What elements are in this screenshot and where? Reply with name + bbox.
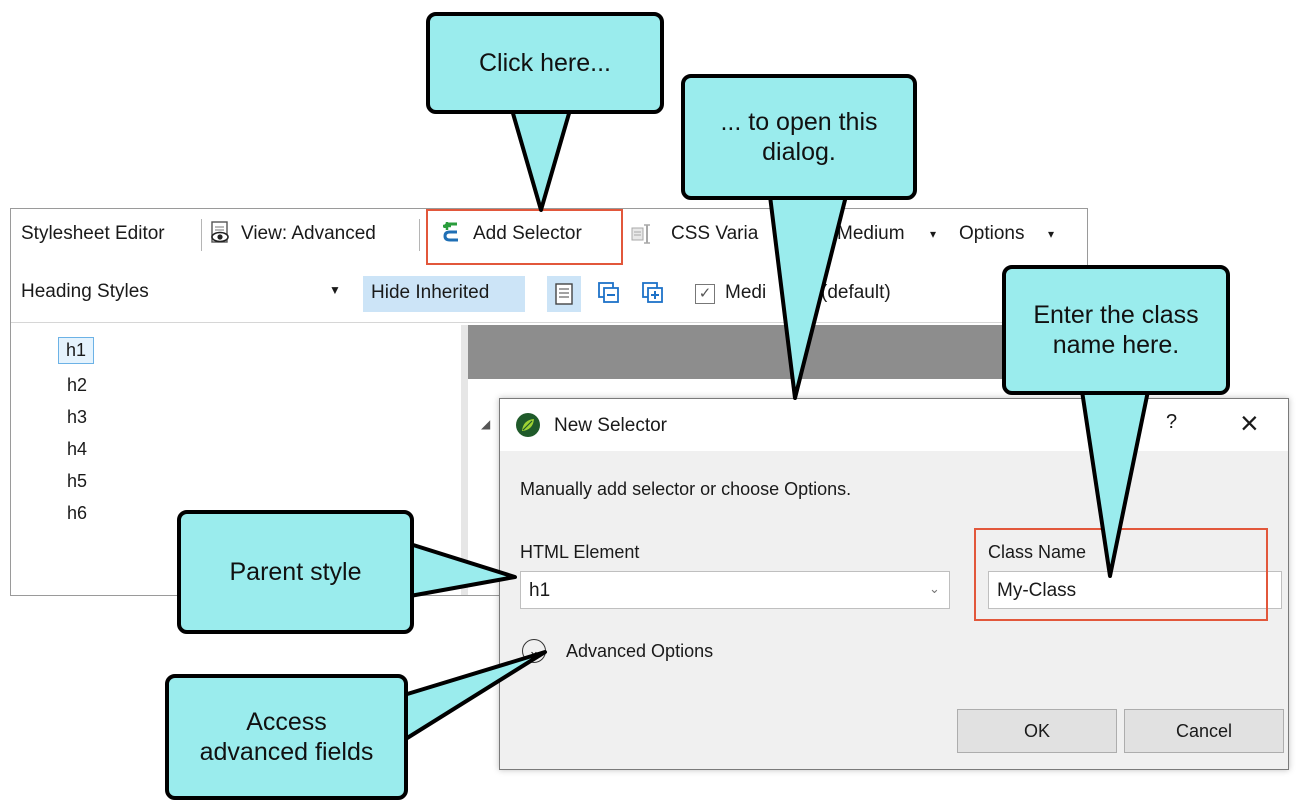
callout-click-here: Click here... <box>426 12 664 114</box>
callout-open-dialog: ... to open this dialog. <box>681 74 917 200</box>
callout-enter-class-text-2: name here. <box>1052 331 1180 359</box>
callout-click-here-text: Click here... <box>479 49 611 77</box>
callout-enter-class: Enter the class name here. <box>1002 265 1230 395</box>
callout-parent-style: Parent style <box>177 510 414 634</box>
callout-access-text-1: Access <box>246 708 327 736</box>
callout-access-advanced: Access advanced fields <box>165 674 408 800</box>
callout-access-text-2: advanced fields <box>199 738 374 766</box>
callout-open-dialog-text-2: dialog. <box>762 138 836 166</box>
callout-enter-class-text-1: Enter the class <box>1033 301 1199 329</box>
callout-open-dialog-text-1: ... to open this <box>720 108 878 136</box>
callout-parent-style-text: Parent style <box>229 558 362 586</box>
